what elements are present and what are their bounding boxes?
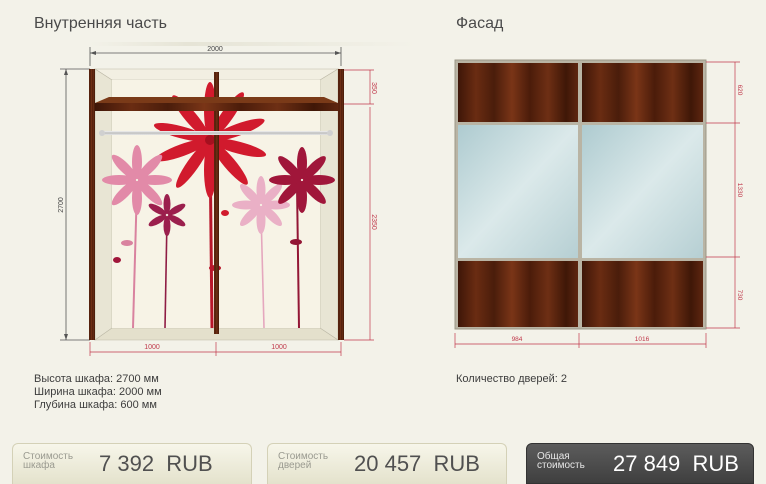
total-price-card: Общая стоимость 27 849 RUB bbox=[526, 443, 754, 484]
facade-top-label: 620 bbox=[736, 85, 743, 96]
height-label: 2700 bbox=[58, 197, 65, 213]
facade-left-width-label: 984 bbox=[512, 336, 523, 343]
left-side-board bbox=[89, 69, 95, 340]
total-price-value: 27 849 RUB bbox=[613, 451, 739, 476]
facade-width-dimension bbox=[454, 333, 707, 348]
doors-price-card: Стоимость дверей 20 457 RUB bbox=[267, 443, 507, 484]
left-door-bottom-panel bbox=[458, 261, 578, 327]
spec-depth: Глубина шкафа: 600 мм bbox=[34, 399, 157, 411]
doors-price-value: 20 457 RUB bbox=[354, 451, 480, 476]
right-section-label: 1000 bbox=[271, 344, 287, 351]
center-divider bbox=[214, 72, 219, 334]
hanging-dimension bbox=[344, 107, 374, 341]
cabinet-price-card: Стоимость шкафа 7 392 RUB bbox=[12, 443, 252, 484]
right-side-board bbox=[338, 69, 344, 340]
shelf-dimension bbox=[344, 69, 374, 105]
right-door-top-panel bbox=[582, 63, 703, 122]
facade-bottom-label: 730 bbox=[736, 290, 743, 301]
top-shelf bbox=[95, 103, 338, 111]
hanging-rod bbox=[100, 131, 332, 135]
cabinet-price-value: 7 392 RUB bbox=[99, 451, 213, 476]
cabinet-price-label: Стоимость шкафа bbox=[23, 451, 74, 471]
right-door-mirror-panel bbox=[582, 125, 703, 258]
left-door-top-panel bbox=[458, 63, 578, 122]
facade-height-dimension bbox=[706, 61, 740, 329]
left-section-label: 1000 bbox=[144, 344, 160, 351]
facade-right-width-label: 1016 bbox=[635, 336, 650, 343]
total-price-label: Общая стоимость bbox=[537, 451, 585, 471]
spec-height: Высота шкафа: 2700 мм bbox=[34, 373, 159, 385]
specs-block: Высота шкафа: 2700 мм Ширина шкафа: 2000… bbox=[34, 373, 162, 412]
width-label: 2000 bbox=[207, 46, 223, 53]
right-door-bottom-panel bbox=[582, 261, 703, 327]
shelf-dim-label: 350 bbox=[370, 82, 377, 94]
spec-width: Ширина шкафа: 2000 мм bbox=[34, 386, 162, 398]
facade-drawing bbox=[454, 59, 707, 330]
doors-count: Количество дверей: 2 bbox=[456, 373, 567, 385]
hanging-dim-label: 2350 bbox=[370, 214, 377, 230]
doors-price-label: Стоимость дверей bbox=[278, 451, 329, 471]
facade-middle-label: 1330 bbox=[736, 183, 743, 198]
left-door-mirror-panel bbox=[458, 125, 578, 258]
bottom-dimension bbox=[89, 342, 342, 356]
